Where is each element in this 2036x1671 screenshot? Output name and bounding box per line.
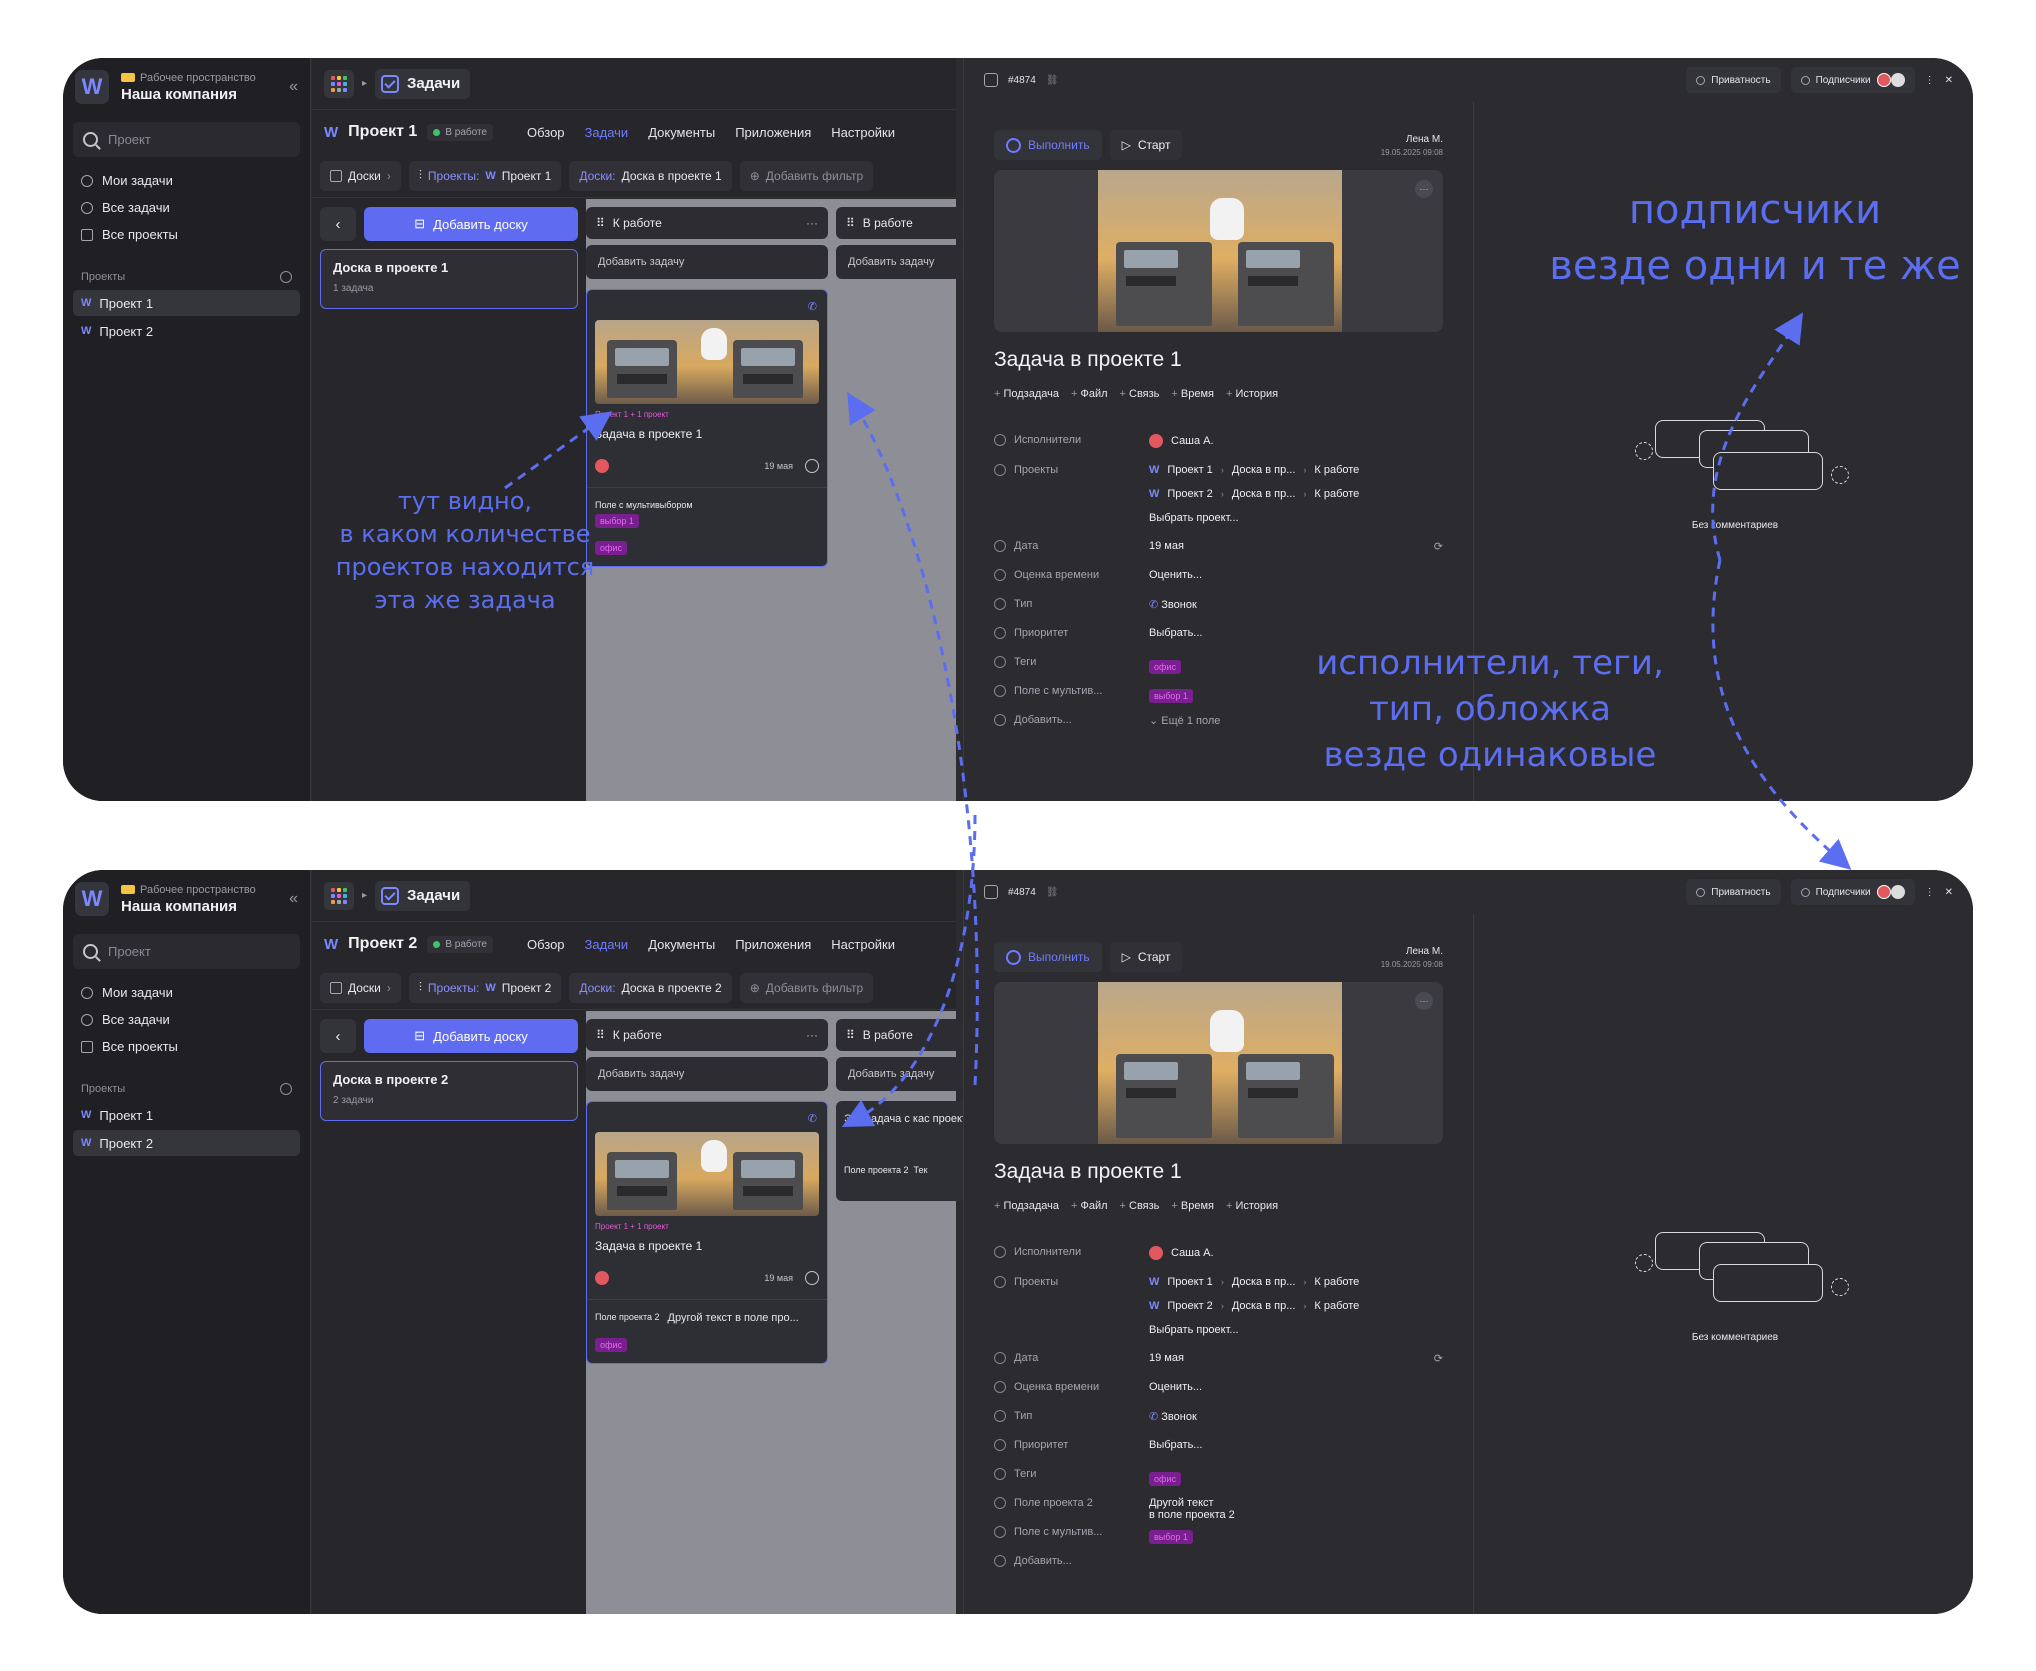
annotation-note-subscribers: подписчики везде одни и те же	[1549, 187, 1961, 289]
annotation-note-same-fields: исполнители, теги, тип, обложка везде од…	[1316, 643, 1664, 775]
annotation-note-projects: тут видно, в каком количестве проектов н…	[335, 487, 595, 614]
